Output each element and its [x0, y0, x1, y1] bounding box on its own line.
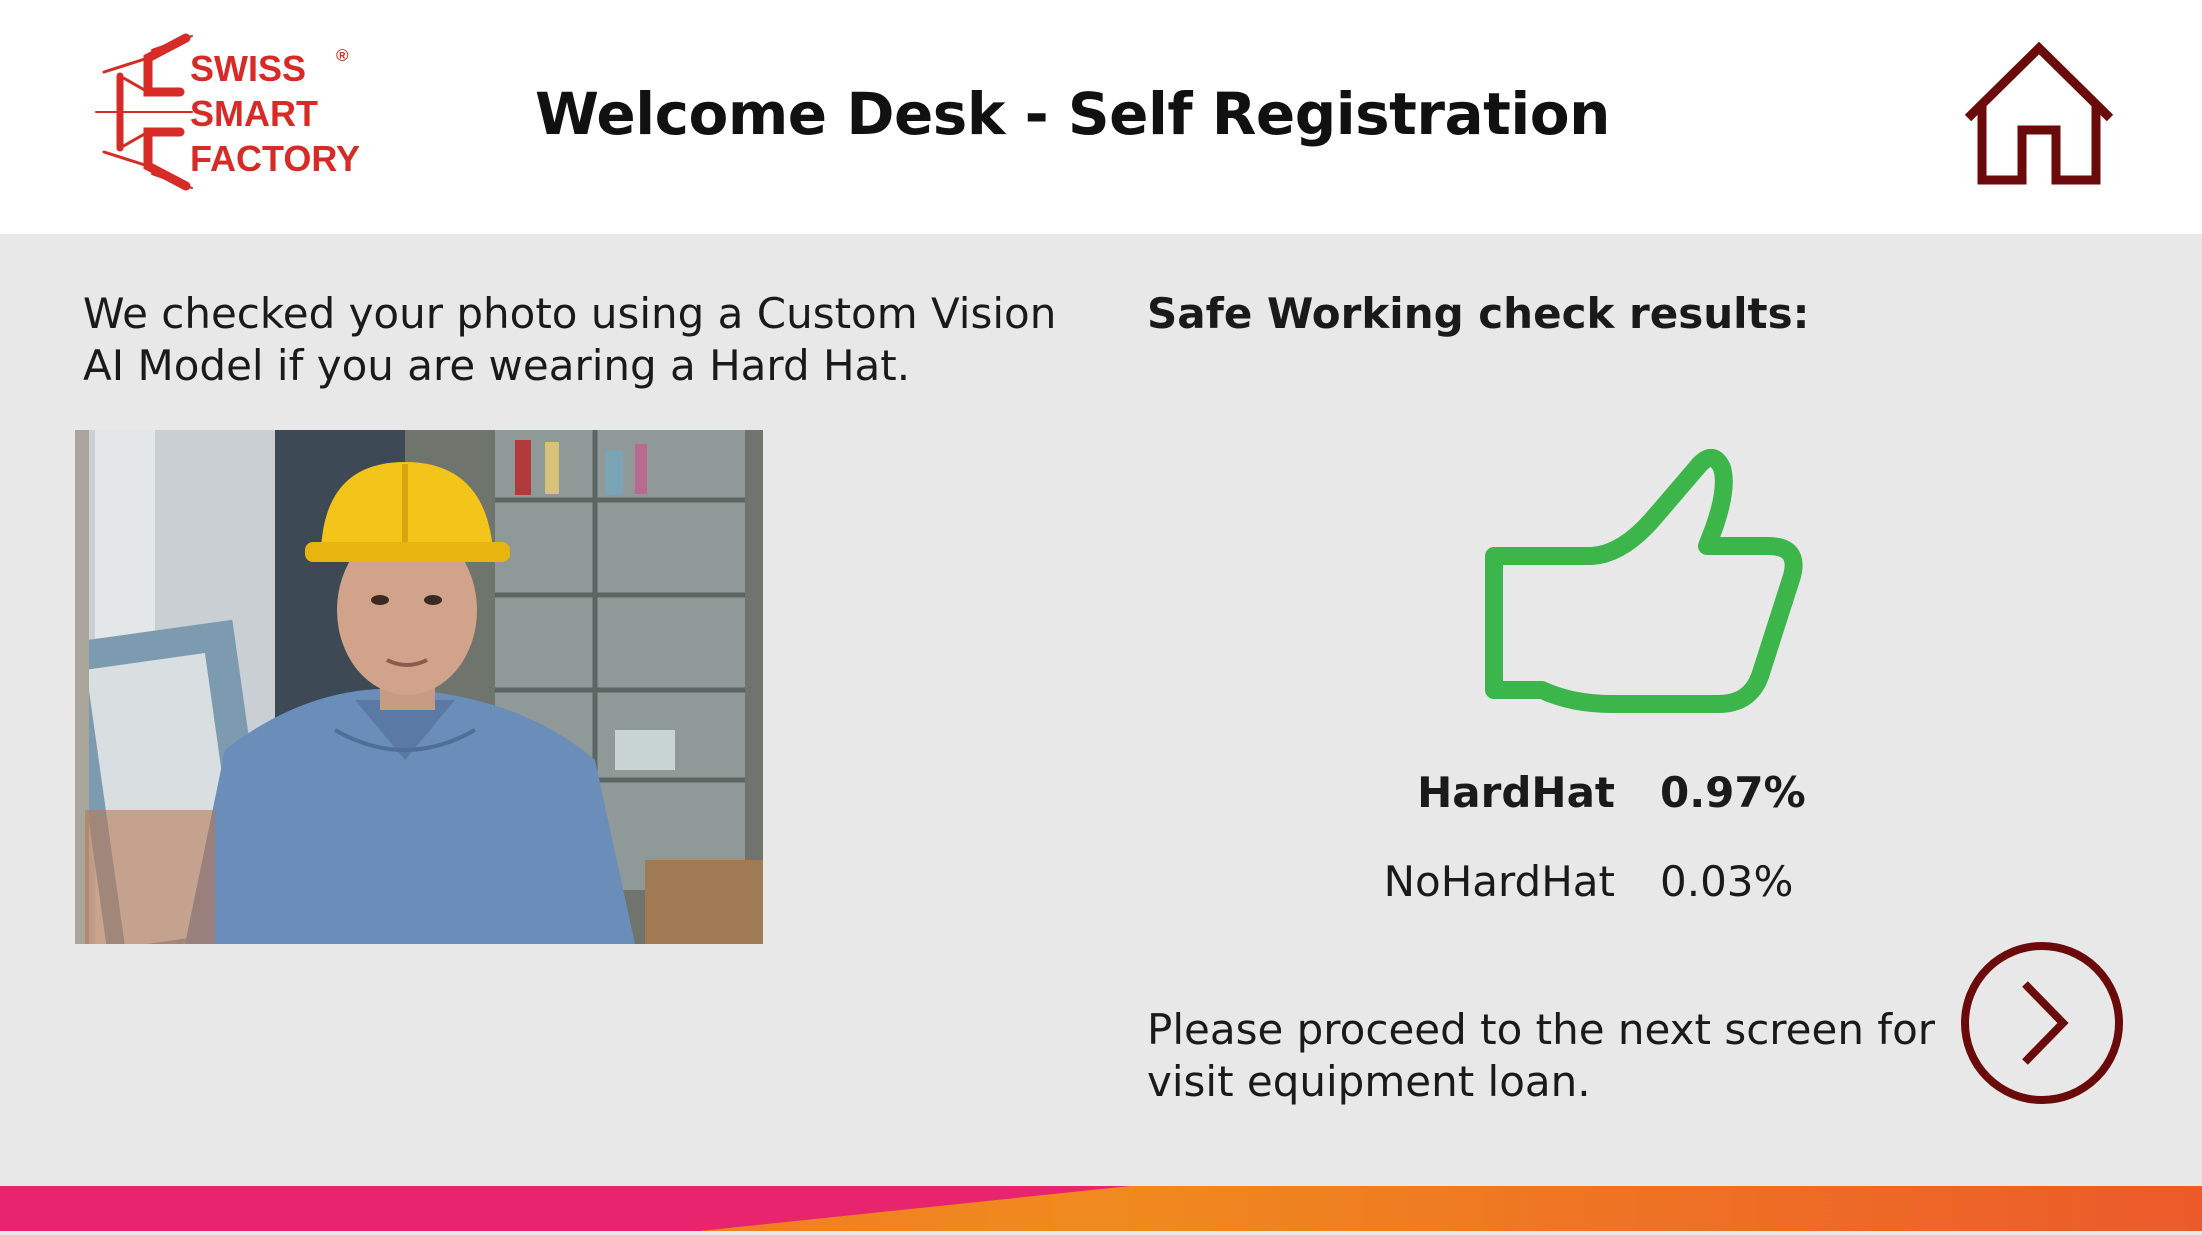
footer-stripe — [0, 1186, 2202, 1231]
photo-illustration — [75, 430, 763, 944]
logo-mark-icon — [95, 33, 193, 191]
proceed-line-1: Please proceed to the next screen for — [1147, 1005, 1936, 1054]
registered-mark: ® — [336, 46, 349, 65]
home-button[interactable] — [1962, 41, 2116, 188]
results-heading: Safe Working check results: — [1147, 289, 1810, 338]
result-label-hardhat: HardHat — [1417, 768, 1615, 817]
result-label-nohardhat: NoHardHat — [1383, 857, 1615, 906]
next-button[interactable] — [1959, 940, 2125, 1106]
logo-line-smart: SMART — [190, 93, 318, 134]
intro-line-2: AI Model if you are wearing a Hard Hat. — [83, 341, 911, 390]
page-title: Welcome Desk - Self Registration — [535, 80, 1610, 148]
header-bar: SWISS SMART FACTORY ® Welcome Desk - Sel… — [0, 0, 2202, 234]
intro-text: We checked your photo using a Custom Vis… — [83, 288, 1083, 392]
visitor-photo — [75, 430, 763, 944]
home-icon — [1964, 41, 2114, 185]
proceed-text: Please proceed to the next screen for vi… — [1147, 1004, 1947, 1108]
chevron-right-icon — [1961, 942, 2123, 1104]
intro-line-1: We checked your photo using a Custom Vis… — [83, 289, 1057, 338]
logo-line-swiss: SWISS — [190, 48, 307, 89]
logo-wordmark: SWISS SMART FACTORY — [190, 46, 360, 181]
logo-line-factory: FACTORY — [190, 138, 361, 179]
thumbs-up-icon — [1482, 428, 1818, 718]
swiss-smart-factory-logo: SWISS SMART FACTORY ® — [92, 32, 362, 192]
result-row-nohardhat: NoHardHat 0.03% — [1290, 852, 1870, 912]
result-value-nohardhat: 0.03% — [1660, 857, 1794, 906]
result-row-hardhat: HardHat 0.97% — [1290, 763, 1870, 823]
proceed-line-2: visit equipment loan. — [1147, 1057, 1591, 1106]
result-value-hardhat: 0.97% — [1660, 768, 1806, 817]
